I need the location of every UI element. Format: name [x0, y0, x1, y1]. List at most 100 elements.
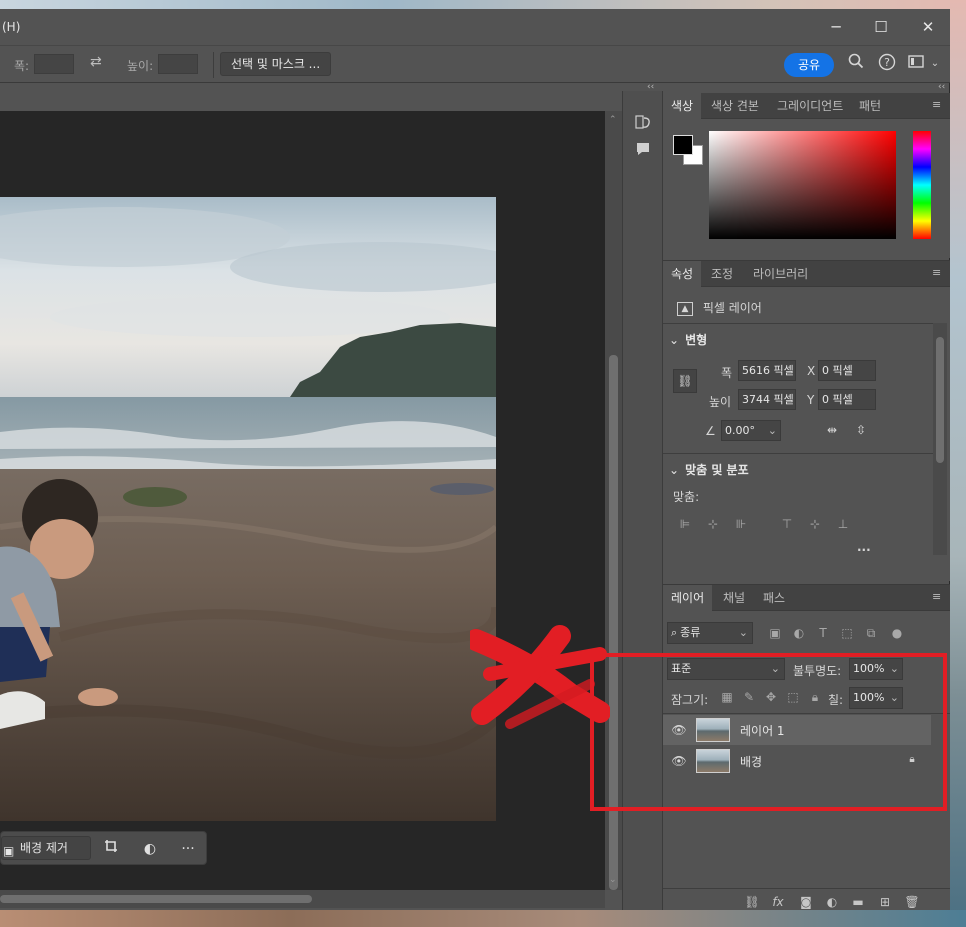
- color-field[interactable]: [709, 131, 896, 239]
- x-field[interactable]: 0 픽셀: [818, 360, 876, 381]
- filter-pixel-icon[interactable]: ▣: [767, 625, 783, 641]
- visibility-eye-icon[interactable]: 👁︎: [671, 753, 687, 769]
- opacity-value: 100%: [853, 662, 885, 675]
- angle-field[interactable]: 0.00° ⌄: [721, 420, 781, 441]
- width-field[interactable]: 5616 픽셀: [738, 360, 796, 381]
- filter-adjustment-icon[interactable]: ◐: [791, 625, 807, 641]
- opacity-field[interactable]: 100% ⌄: [849, 658, 903, 680]
- vertical-scrollbar[interactable]: ⌃ ⌄: [605, 111, 622, 890]
- maximize-button[interactable]: ☐: [869, 15, 893, 39]
- more-align-options-icon[interactable]: ···: [857, 543, 871, 557]
- lock-transparent-pixels-icon[interactable]: ▦: [719, 689, 735, 705]
- tab-patterns[interactable]: 패턴: [851, 93, 889, 119]
- height-field[interactable]: 3744 픽셀: [738, 389, 796, 410]
- tab-paths[interactable]: 패스: [755, 585, 793, 611]
- tab-swatches[interactable]: 색상 견본: [703, 93, 767, 119]
- layer-filter-dropdown[interactable]: ⌕ 종류 ⌄: [667, 622, 753, 644]
- panel-menu-icon[interactable]: ≡: [932, 591, 944, 604]
- vertical-scroll-thumb[interactable]: [609, 355, 618, 890]
- layer-style-fx-icon[interactable]: fx: [769, 893, 787, 911]
- canvas-image[interactable]: [0, 197, 496, 821]
- properties-panel-tabs: 속성 조정 라이브러리 ≡: [663, 261, 950, 287]
- hue-slider[interactable]: [913, 131, 931, 239]
- more-options-icon[interactable]: ···: [177, 838, 199, 860]
- panel-menu-icon[interactable]: ≡: [932, 267, 944, 280]
- tab-properties[interactable]: 속성: [663, 261, 702, 287]
- foreground-color-swatch[interactable]: [673, 135, 693, 155]
- select-and-mask-button[interactable]: 선택 및 마스크 ...: [220, 52, 332, 76]
- link-icon[interactable]: ⛓: [673, 369, 697, 393]
- workspace-icon[interactable]: [906, 53, 928, 75]
- swap-icon[interactable]: ⇄: [90, 54, 102, 70]
- scroll-up-icon[interactable]: ⌃: [609, 115, 618, 125]
- tab-adjustments[interactable]: 조정: [703, 261, 741, 287]
- lock-all-icon[interactable]: 🔒︎: [807, 689, 823, 705]
- tab-layers[interactable]: 레이어: [663, 585, 713, 611]
- visibility-eye-icon[interactable]: 👁︎: [671, 722, 687, 738]
- comments-icon[interactable]: [631, 141, 655, 163]
- flip-vertical-icon[interactable]: ⇳: [856, 423, 866, 437]
- help-icon[interactable]: ?: [876, 53, 898, 75]
- close-button[interactable]: ✕: [916, 15, 940, 39]
- filter-shape-icon[interactable]: ⬚: [839, 625, 855, 641]
- y-field[interactable]: 0 픽셀: [818, 389, 876, 410]
- tab-channels[interactable]: 채널: [715, 585, 753, 611]
- align-section-header[interactable]: ⌄ 맞춤 및 분포: [669, 461, 749, 478]
- filter-type-icon[interactable]: T: [815, 625, 831, 641]
- collapse-panels-icon[interactable]: ‹‹: [647, 83, 654, 92]
- lock-position-icon[interactable]: ✥: [763, 689, 779, 705]
- crop-transform-icon[interactable]: [101, 838, 123, 860]
- search-icon[interactable]: [845, 53, 867, 75]
- align-top-icon[interactable]: ⊤: [779, 516, 795, 532]
- panel-menu-icon[interactable]: ≡: [932, 99, 944, 112]
- fill-field[interactable]: 100% ⌄: [849, 687, 903, 709]
- align-right-icon[interactable]: ⊪: [733, 516, 749, 532]
- align-bottom-icon[interactable]: ⊥: [835, 516, 851, 532]
- height-input[interactable]: [158, 54, 198, 74]
- filter-smart-object-icon[interactable]: ⧉: [863, 625, 879, 641]
- collapse-panels-right-icon[interactable]: ‹‹: [938, 83, 945, 92]
- layer-type-label: 픽셀 레이어: [702, 301, 762, 315]
- blend-mode-value: 표준: [671, 662, 692, 675]
- adjustment-icon[interactable]: ◐: [139, 838, 161, 860]
- lock-artboard-icon[interactable]: ⬚: [785, 689, 801, 705]
- layer-row-background[interactable]: 👁︎ 배경 🔒︎: [663, 746, 931, 776]
- layer-name[interactable]: 배경: [740, 753, 762, 770]
- height-label: 높이: [709, 395, 732, 409]
- lock-image-pixels-icon[interactable]: ✎: [741, 689, 757, 705]
- share-button[interactable]: 공유: [784, 53, 834, 77]
- width-input[interactable]: [34, 54, 74, 74]
- tab-libraries[interactable]: 라이브러리: [745, 261, 816, 287]
- link-layers-icon[interactable]: ⛓: [743, 893, 761, 911]
- layers-panel: 레이어 채널 패스 ≡ ⌕ 종류 ⌄ ▣ ◐ T ⬚ ⧉ ● 표준 ⌄ 불투명도:…: [663, 584, 950, 910]
- minimize-button[interactable]: ─: [824, 15, 848, 39]
- transform-section-header[interactable]: ⌄ 변형: [669, 331, 707, 348]
- blend-mode-dropdown[interactable]: 표준 ⌄: [667, 658, 785, 680]
- new-layer-icon[interactable]: ⊞: [876, 893, 894, 911]
- properties-scroll-thumb[interactable]: [936, 337, 944, 463]
- layer-row-layer-1[interactable]: 👁︎ 레이어 1: [663, 715, 931, 745]
- flip-horizontal-icon[interactable]: ⇹: [827, 423, 837, 437]
- remove-background-button[interactable]: ▣ 배경 제거: [1, 836, 91, 860]
- chevron-down-icon: ⌄: [669, 333, 680, 347]
- align-center-horizontal-icon[interactable]: ⊹: [705, 516, 721, 532]
- new-adjustment-layer-icon[interactable]: ◐: [823, 893, 841, 911]
- new-group-icon[interactable]: ▬: [849, 893, 867, 911]
- layer-name[interactable]: 레이어 1: [740, 722, 785, 739]
- scroll-down-icon[interactable]: ⌄: [609, 875, 618, 885]
- tab-gradients[interactable]: 그레이디언트: [769, 93, 851, 119]
- delete-layer-icon[interactable]: 🗑︎: [903, 893, 921, 911]
- tab-color[interactable]: 색상: [663, 93, 702, 119]
- add-mask-icon[interactable]: ◙: [797, 893, 815, 911]
- properties-scrollbar[interactable]: [933, 323, 947, 555]
- align-left-icon[interactable]: ⊫: [677, 516, 693, 532]
- chevron-down-icon[interactable]: ⌄: [768, 421, 777, 440]
- align-center-vertical-icon[interactable]: ⊹: [807, 516, 823, 532]
- horizontal-scroll-thumb[interactable]: [0, 895, 312, 903]
- filter-toggle-icon[interactable]: ●: [889, 625, 905, 641]
- align-title: 맞춤 및 분포: [685, 463, 749, 477]
- history-icon[interactable]: [631, 113, 655, 135]
- horizontal-scrollbar[interactable]: [0, 890, 605, 908]
- chevron-down-icon[interactable]: ⌄: [928, 53, 942, 75]
- color-panel: 색상 색상 견본 그레이디언트 패턴 ≡: [663, 93, 950, 258]
